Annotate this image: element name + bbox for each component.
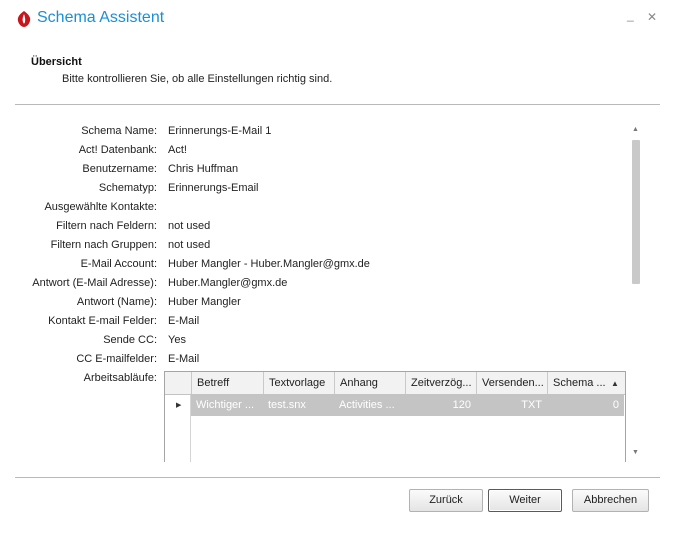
summary-value: Erinnerungs-E-Mail 1 xyxy=(168,125,272,137)
summary-value: Act! xyxy=(168,144,187,156)
cancel-button[interactable]: Abbrechen xyxy=(572,489,649,512)
summary-label: Filtern nach Feldern: xyxy=(56,220,157,232)
summary-row-email-account: E-Mail Account: Huber Mangler - Huber.Ma… xyxy=(0,258,620,277)
workflow-grid: Betreff Textvorlage Anhang Zeitverzög...… xyxy=(164,371,626,462)
vertical-scrollbar[interactable]: ▲ ▼ xyxy=(628,124,644,464)
summary-row-filter-groups: Filtern nach Gruppen: not used xyxy=(0,239,620,258)
grid-cell-schema[interactable]: 0 xyxy=(547,395,624,416)
close-button[interactable]: ✕ xyxy=(647,10,657,24)
summary-label: Schematyp: xyxy=(98,182,157,194)
summary-label: Arbeitsabläufe: xyxy=(83,372,157,384)
summary-label: Antwort (E-Mail Adresse): xyxy=(32,277,157,289)
grid-cell-textvorlage[interactable]: test.snx xyxy=(263,395,334,416)
next-button[interactable]: Weiter xyxy=(488,489,562,512)
table-row[interactable]: Wichtiger ... test.snx Activities ... 12… xyxy=(191,395,624,416)
divider-bottom xyxy=(15,477,660,478)
scrollbar-thumb[interactable] xyxy=(632,140,640,284)
summary-value: Huber.Mangler@gmx.de xyxy=(168,277,288,289)
summary-row-schema-type: Schematyp: Erinnerungs-Email xyxy=(0,182,620,201)
grid-cell-anhang[interactable]: Activities ... xyxy=(334,395,405,416)
summary-row-database: Act! Datenbank: Act! xyxy=(0,144,620,163)
grid-header-schema[interactable]: Schema ... xyxy=(547,372,607,394)
back-button[interactable]: Zurück xyxy=(409,489,483,512)
summary-label: Antwort (Name): xyxy=(76,296,157,308)
summary-value: Erinnerungs-Email xyxy=(168,182,259,194)
summary-row-username: Benutzername: Chris Huffman xyxy=(0,163,620,182)
sort-ascending-icon[interactable]: ▲ xyxy=(611,379,619,388)
summary-row-schema-name: Schema Name: Erinnerungs-E-Mail 1 xyxy=(0,125,620,144)
summary-row-cc-fields: CC E-mailfelder: E-Mail xyxy=(0,353,620,372)
summary-value: not used xyxy=(168,239,211,251)
summary-label: Sende CC: xyxy=(103,334,157,346)
summary-row-selected-contacts: Ausgewählte Kontakte: xyxy=(0,201,620,220)
grid-header-betreff[interactable]: Betreff xyxy=(191,372,263,394)
grid-cell-zeitverzoegerung[interactable]: 120 xyxy=(405,395,476,416)
summary-value: E-Mail xyxy=(168,353,200,365)
row-indicator-icon: ▶ xyxy=(176,402,182,409)
divider-top xyxy=(15,104,660,105)
scroll-up-icon[interactable]: ▲ xyxy=(632,126,639,133)
grid-header-textvorlage[interactable]: Textvorlage xyxy=(263,372,334,394)
summary-row-reply-address: Antwort (E-Mail Adresse): Huber.Mangler@… xyxy=(0,277,620,296)
summary-label: Schema Name: xyxy=(81,125,157,137)
summary-value: E-Mail xyxy=(168,315,200,327)
summary-value: Huber Mangler - Huber.Mangler@gmx.de xyxy=(168,258,370,270)
summary-row-reply-name: Antwort (Name): Huber Mangler xyxy=(0,296,620,315)
summary-label: Ausgewählte Kontakte: xyxy=(44,201,157,213)
section-title: Übersicht xyxy=(31,56,82,68)
window-title: Schema Assistent xyxy=(37,9,165,26)
summary-label: Filtern nach Gruppen: xyxy=(50,239,157,251)
scroll-down-icon[interactable]: ▼ xyxy=(632,449,639,456)
summary-label: E-Mail Account: xyxy=(80,258,157,270)
summary-value: Yes xyxy=(168,334,186,346)
summary-row-contact-email-fields: Kontakt E-mail Felder: E-Mail xyxy=(0,315,620,334)
section-subtitle: Bitte kontrollieren Sie, ob alle Einstel… xyxy=(62,73,333,85)
summary-label: CC E-mailfelder: xyxy=(76,353,157,365)
flame-logo-icon xyxy=(17,11,31,27)
grid-cell-betreff[interactable]: Wichtiger ... xyxy=(191,395,263,416)
summary-value: not used xyxy=(168,220,211,232)
summary-label: Act! Datenbank: xyxy=(78,144,157,156)
summary-value: Huber Mangler xyxy=(168,296,241,308)
grid-header-zeitverzoegerung[interactable]: Zeitverzög... xyxy=(405,372,476,394)
grid-header-anhang[interactable]: Anhang xyxy=(334,372,405,394)
summary-value: Chris Huffman xyxy=(168,163,239,175)
grid-cell-versenden[interactable]: TXT xyxy=(476,395,547,416)
grid-header: Betreff Textvorlage Anhang Zeitverzög...… xyxy=(165,372,625,395)
summary-row-filter-fields: Filtern nach Feldern: not used xyxy=(0,220,620,239)
summary-row-send-cc: Sende CC: Yes xyxy=(0,334,620,353)
grid-header-versenden[interactable]: Versenden... xyxy=(476,372,547,394)
summary-label: Benutzername: xyxy=(82,163,157,175)
minimize-button[interactable]: _ xyxy=(627,8,634,22)
summary-label: Kontakt E-mail Felder: xyxy=(48,315,157,327)
